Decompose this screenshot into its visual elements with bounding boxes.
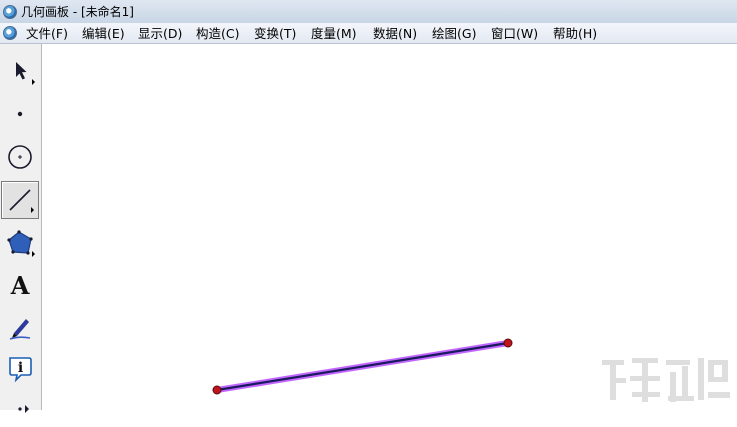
toolbox: A i [0, 44, 42, 413]
custom-tool[interactable] [1, 389, 39, 427]
more-tools-indicator [31, 207, 34, 213]
straightedge-tool[interactable] [1, 181, 39, 219]
menu-bar: 文件(F) 编辑(E) 显示(D) 构造(C) 变换(T) 度量(M) 数据(N… [0, 23, 737, 44]
text-tool[interactable]: A [1, 266, 39, 304]
custom-tools-icon [18, 405, 29, 413]
menu-edit[interactable]: 编辑(E) [82, 25, 125, 42]
text-icon: A [10, 270, 30, 300]
window-title: 几何画板 - [未命名1] [21, 5, 134, 19]
information-tool[interactable]: i [1, 349, 39, 387]
info-icon: i [9, 357, 32, 383]
more-tools-indicator [32, 79, 35, 85]
document-icon[interactable] [3, 26, 17, 40]
menu-construct[interactable]: 构造(C) [196, 25, 239, 42]
menu-display[interactable]: 显示(D) [138, 25, 182, 42]
compass-tool[interactable] [1, 138, 39, 176]
menu-window[interactable]: 窗口(W) [491, 25, 538, 42]
title-bar: 几何画板 - [未命名1] [0, 0, 737, 23]
point-icon [17, 111, 23, 117]
menu-file[interactable]: 文件(F) [26, 25, 68, 42]
menu-graph[interactable]: 绘图(G) [432, 25, 476, 42]
segment-endpoint-b[interactable] [503, 338, 513, 348]
marker-pen-icon [9, 319, 31, 340]
menu-transform[interactable]: 变换(T) [254, 25, 296, 42]
app-icon[interactable] [3, 4, 17, 19]
circle-icon [8, 145, 32, 169]
point-tool[interactable] [1, 95, 39, 133]
polygon-tool[interactable] [1, 224, 39, 262]
watermark-logo [602, 358, 730, 402]
line-segment[interactable] [215, 341, 510, 392]
marker-tool[interactable] [1, 308, 39, 346]
arrow-tool[interactable] [1, 52, 39, 90]
menu-measure[interactable]: 度量(M) [311, 25, 357, 42]
more-tools-indicator [32, 251, 35, 257]
svg-text:i: i [18, 360, 23, 376]
menu-data[interactable]: 数据(N) [373, 25, 417, 42]
arrow-icon [16, 62, 27, 80]
menu-help[interactable]: 帮助(H) [553, 25, 597, 42]
polygon-icon [7, 230, 33, 255]
segment-endpoint-a[interactable] [212, 385, 222, 395]
